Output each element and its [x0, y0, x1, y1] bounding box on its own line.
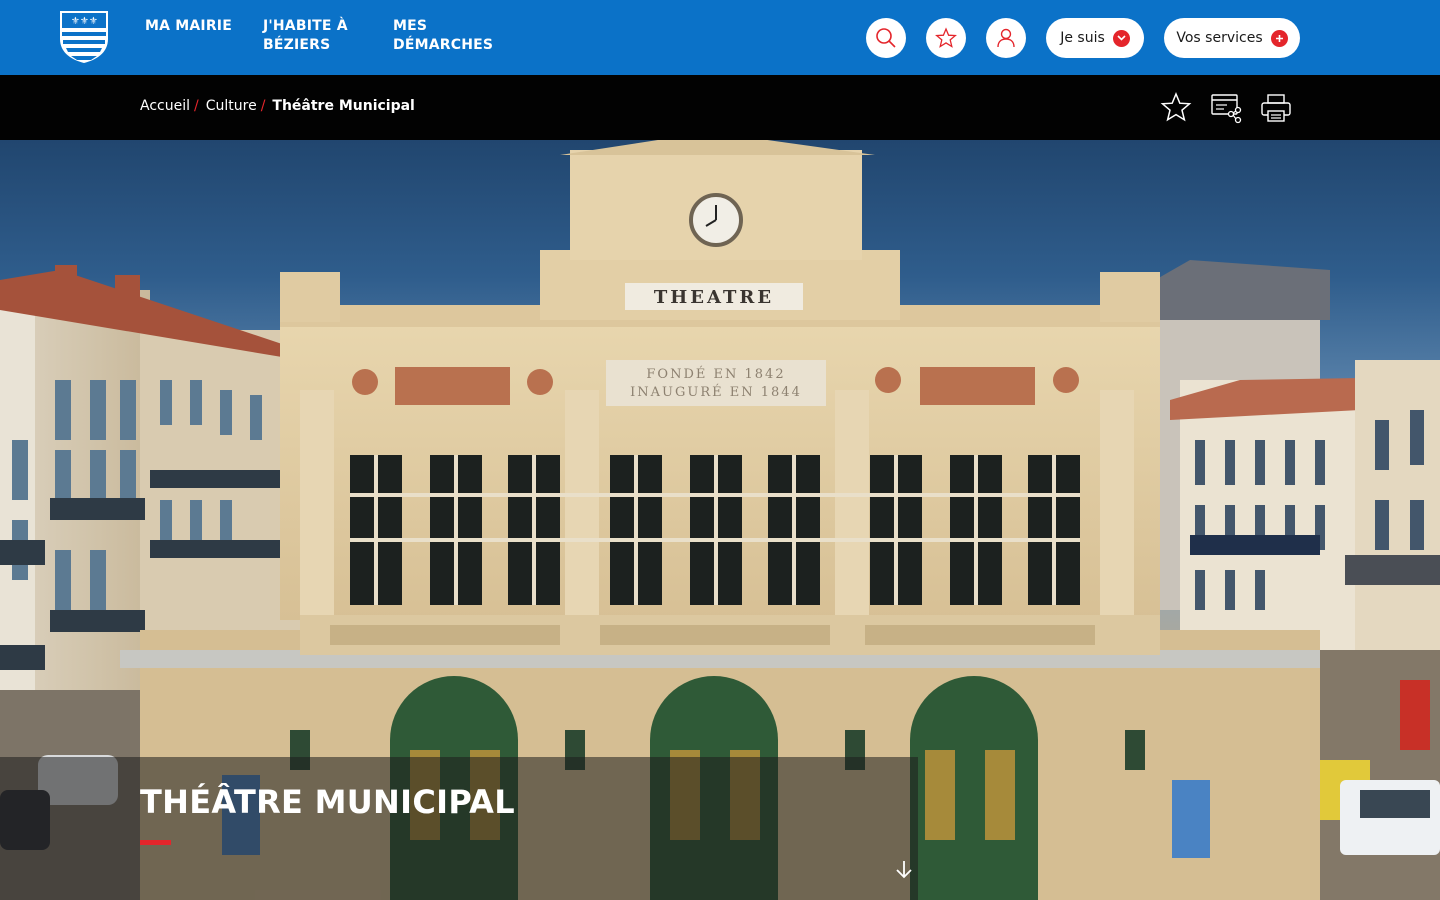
- city-logo[interactable]: ⚜ ⚜ ⚜: [58, 9, 110, 64]
- breadcrumb-current: Théâtre Municipal: [272, 98, 415, 114]
- print-icon[interactable]: [1260, 92, 1292, 124]
- account-button[interactable]: [986, 18, 1026, 58]
- nav-ma-mairie[interactable]: MA MAIRIE: [145, 17, 255, 36]
- chevron-down-icon: [1112, 29, 1130, 47]
- arrow-down-icon[interactable]: [893, 858, 915, 880]
- nav-j-habite-a-beziers[interactable]: J'HABITE À BÉZIERS: [263, 17, 383, 55]
- favorite-icon[interactable]: [1160, 92, 1192, 124]
- vos-services-label: Vos services: [1176, 30, 1263, 46]
- nav-mes-demarches[interactable]: MES DÉMARCHES: [393, 17, 513, 55]
- site-header: ⚜ ⚜ ⚜ MA MAIRIE J'HABITE À BÉZIERS MES D…: [0, 0, 1440, 75]
- facade-inscription-line1: FONDÉ EN 1842: [646, 366, 785, 382]
- search-icon: [876, 28, 896, 48]
- favorites-button[interactable]: [926, 18, 966, 58]
- account-icon: [997, 28, 1015, 48]
- vos-services-button[interactable]: Vos services: [1164, 18, 1300, 58]
- facade-theatre-lettering: THEATRE: [654, 287, 774, 308]
- title-overlay: [0, 757, 918, 900]
- facade-inscription-line2: INAUGURÉ EN 1844: [630, 384, 802, 400]
- breadcrumb-separator: /: [260, 98, 266, 114]
- title-accent-bar: [140, 840, 171, 845]
- share-icon[interactable]: [1210, 92, 1242, 124]
- svg-text:⚜: ⚜: [80, 16, 89, 27]
- je-suis-label: Je suis: [1060, 30, 1105, 46]
- svg-text:⚜: ⚜: [89, 16, 98, 27]
- je-suis-dropdown[interactable]: Je suis: [1046, 18, 1144, 58]
- favorites-icon: [935, 27, 957, 48]
- page-title: THÉÂTRE MUNICIPAL: [140, 783, 515, 821]
- breadcrumb-bar: Accueil / Culture / Théâtre Municipal: [0, 75, 1440, 140]
- breadcrumb-accueil[interactable]: Accueil: [140, 98, 190, 114]
- breadcrumb: Accueil / Culture / Théâtre Municipal: [140, 98, 415, 114]
- breadcrumb-separator: /: [194, 98, 199, 114]
- svg-text:⚜: ⚜: [71, 16, 80, 27]
- search-button[interactable]: [866, 18, 906, 58]
- breadcrumb-culture[interactable]: Culture: [206, 98, 257, 114]
- plus-icon: [1270, 29, 1288, 47]
